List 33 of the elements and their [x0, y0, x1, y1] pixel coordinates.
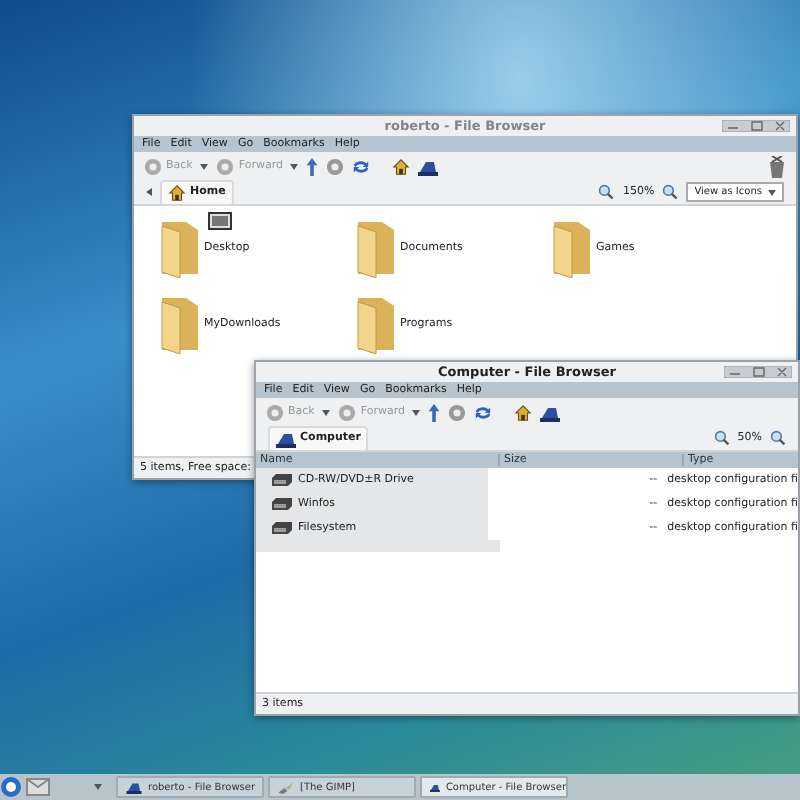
caret-icon[interactable] — [290, 163, 299, 169]
reload-icon[interactable] — [352, 157, 371, 175]
caret-icon — [768, 189, 776, 195]
caret-icon[interactable] — [94, 784, 102, 790]
computer-icon — [126, 781, 142, 793]
drive-icon — [272, 498, 292, 510]
home-icon[interactable] — [392, 157, 411, 175]
drive-icon — [272, 474, 292, 486]
up-arrow-icon[interactable] — [428, 403, 441, 421]
computer-icon[interactable] — [540, 403, 561, 421]
zoom-in-icon[interactable] — [713, 430, 730, 446]
window-buttons-icon[interactable] — [722, 120, 790, 132]
zoom-out-icon[interactable] — [770, 430, 786, 446]
left-arrow-icon[interactable] — [146, 188, 152, 196]
up-arrow-icon[interactable] — [306, 157, 319, 175]
start-icon[interactable] — [0, 776, 22, 798]
mail-icon[interactable] — [26, 778, 50, 796]
computer-icon[interactable] — [418, 157, 439, 175]
reload-icon[interactable] — [474, 403, 493, 421]
stop-icon[interactable] — [448, 403, 467, 421]
home-icon — [168, 183, 186, 201]
caret-icon[interactable] — [322, 409, 331, 415]
caret-icon[interactable] — [412, 409, 421, 415]
computer-icon — [430, 781, 440, 793]
paintbrush-icon — [278, 781, 294, 793]
drive-icon — [272, 522, 292, 534]
zoom-in-icon[interactable] — [598, 184, 615, 200]
stop-icon[interactable] — [326, 157, 345, 175]
zoom-out-icon[interactable] — [662, 184, 679, 200]
window-buttons-icon[interactable] — [724, 366, 792, 378]
computer-icon — [276, 429, 296, 447]
caret-icon[interactable] — [200, 163, 209, 169]
home-icon[interactable] — [514, 403, 533, 421]
